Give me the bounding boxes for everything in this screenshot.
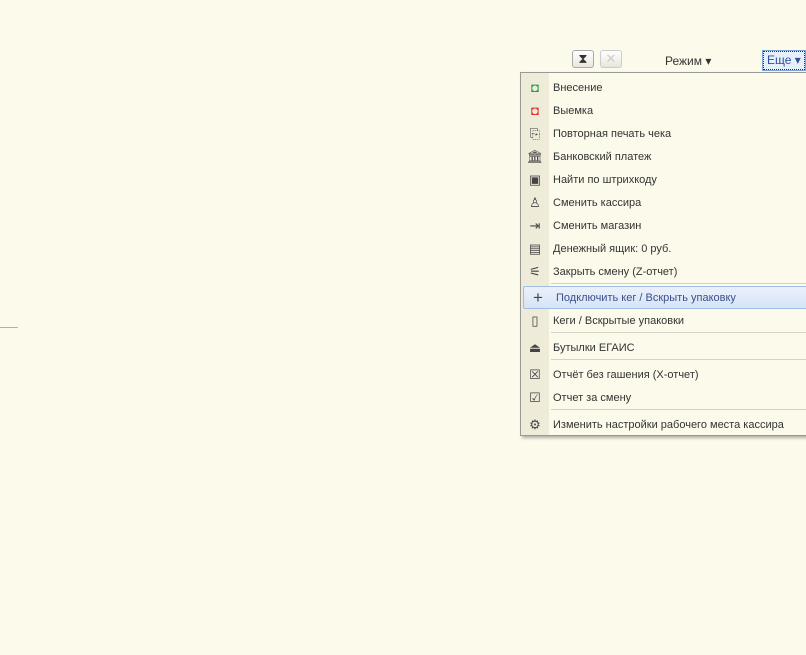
menu-item-label: Закрыть смену (Z-отчет) [553,265,678,278]
menu-item-shift-report[interactable]: ☑ Отчет за смену [521,386,806,409]
user-icon: ♙ [529,194,541,210]
menu-item-label: Бутылки ЕГАИС [553,341,635,354]
menu-item-label: Сменить кассира [553,196,642,209]
bank-icon: 🏛 [526,148,544,164]
close-button[interactable]: ✕ [600,50,622,68]
close-icon: ✕ [605,51,617,66]
menu-item-find-barcode[interactable]: ▣ Найти по штрихкоду [521,168,806,191]
menu-item-label: Денежный ящик: 0 руб. [553,242,672,255]
menu-item-connect-keg[interactable]: + Подключить кег / Вскрыть упаковку [523,286,806,309]
more-menu: ◘ Внесение ◘ Выемка ⎘ Повторная печать чека 🏛 Б… [520,72,806,436]
menu-item-withdrawal[interactable]: ◘ Выемка [521,99,806,122]
menu-item-bank-payment[interactable]: 🏛 Банковский платеж [521,145,806,168]
divider-line [0,327,18,328]
cash-drawer-icon: ▤ [528,240,542,256]
menu-item-deposit[interactable]: ◘ Внесение [521,76,806,99]
plus-icon: + [533,287,543,307]
menu-item-egais-bottles[interactable]: ⏏ Бутылки ЕГАИС [521,336,806,359]
menu-item-label: Отчёт без гашения (X-отчет) [553,368,699,381]
menu-item-reprint-receipt[interactable]: ⎘ Повторная печать чека [521,122,806,145]
menu-item-cashier-settings[interactable]: ⚙ Изменить настройки рабочего места касси… [521,413,806,436]
menu-separator [551,359,806,360]
menu-item-close-shift[interactable]: ⚟ Закрыть смену (Z-отчет) [521,260,806,283]
withdrawal-icon: ◘ [531,103,539,118]
menu-separator [551,283,806,284]
x-report-icon: ☒ [529,366,541,382]
menu-item-label: Выемка [553,104,594,117]
keg-icon: ▯ [531,312,539,328]
menu-separator [551,332,806,333]
menu-item-x-report[interactable]: ☒ Отчёт без гашения (X-отчет) [521,363,806,386]
menu-item-label: Банковский платеж [553,150,652,163]
more-dropdown[interactable]: Еще ▾ [762,50,806,71]
menu-item-label: Внесение [553,81,603,94]
reprint-icon: ⎘ [529,125,541,141]
menu-item-cash-drawer[interactable]: ▤ Денежный ящик: 0 руб. [521,237,806,260]
menu-item-label: Найти по штрихкоду [553,173,657,186]
bottle-icon: ⏏ [528,339,542,355]
menu-item-label: Отчет за смену [553,391,632,404]
menu-item-label: Повторная печать чека [553,127,672,140]
report-icon: ☑ [529,389,541,405]
menu-item-label: Подключить кег / Вскрыть упаковку [556,291,736,304]
menu-item-label: Сменить магазин [553,219,642,232]
menu-item-label: Кеги / Вскрытые упаковки [553,314,685,327]
mode-dropdown[interactable]: Режим ▾ [665,54,711,68]
hourglass-button[interactable]: ⧗ [572,50,594,68]
deposit-icon: ◘ [531,80,539,95]
hourglass-icon: ⧗ [578,51,588,66]
barcode-icon: ▣ [528,171,542,187]
menu-item-label: Изменить настройки рабочего места кассир… [553,418,784,431]
menu-item-change-cashier[interactable]: ♙ Сменить кассира [521,191,806,214]
menu-separator [551,409,806,410]
close-shift-icon: ⚟ [529,263,541,279]
exit-icon: ⇥ [529,217,541,233]
menu-item-change-store[interactable]: ⇥ Сменить магазин [521,214,806,237]
menu-item-kegs-list[interactable]: ▯ Кеги / Вскрытые упаковки [521,309,806,332]
gear-icon: ⚙ [529,416,541,432]
